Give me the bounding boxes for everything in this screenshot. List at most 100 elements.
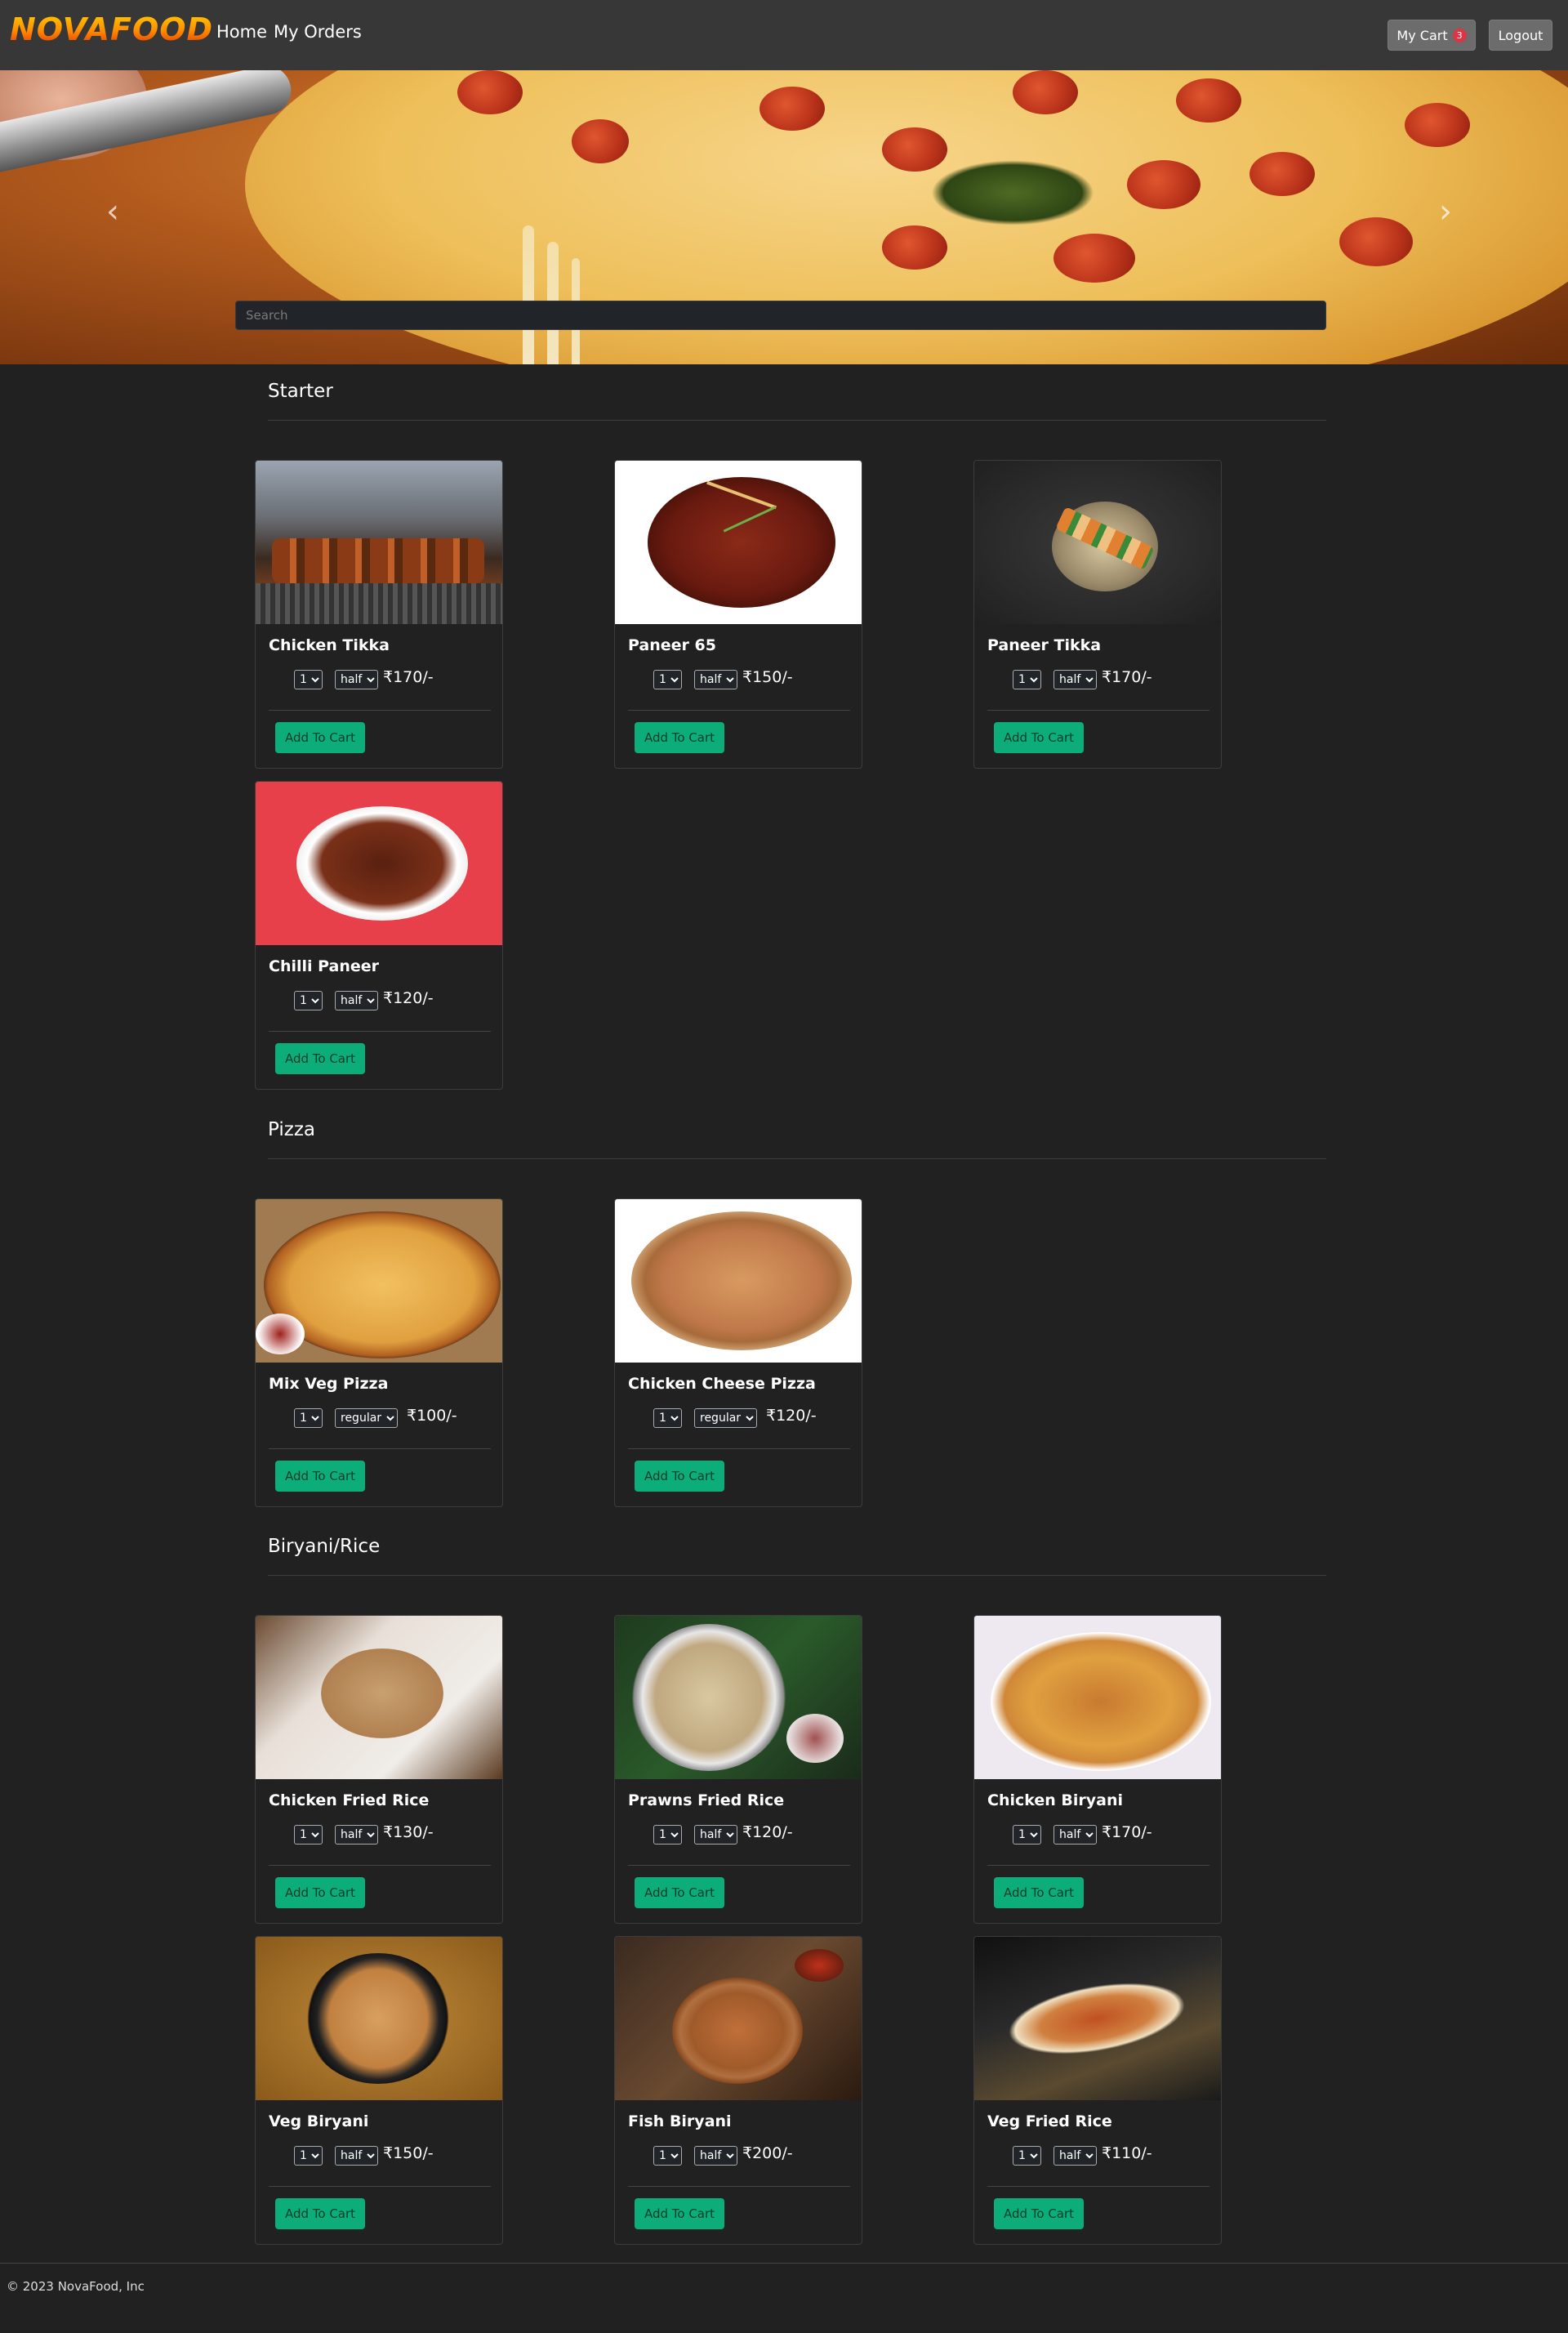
add-to-cart-button[interactable]: Add To Cart [275,1461,365,1492]
quantity-select[interactable]: 1 [653,1408,682,1428]
size-select[interactable]: half [335,670,378,689]
search-input[interactable] [235,301,1326,330]
food-image-prawns-fried-rice [615,1616,862,1779]
section-title-biryani-rice: Biryani/Rice [268,1536,381,1557]
add-to-cart-button[interactable]: Add To Cart [275,722,365,753]
item-name: Chicken Fried Rice [269,1791,430,1809]
size-select[interactable]: half [335,2146,378,2166]
food-image-veg-fried-rice [974,1937,1221,2100]
menu-card-chicken-cheese-pizza: Chicken Cheese Pizza 1 regular ₹120/- Ad… [614,1198,862,1507]
quantity-select[interactable]: 1 [294,1825,323,1845]
card-divider [628,1448,850,1449]
item-name: Chicken Tikka [269,636,390,654]
item-price: ₹120/- [766,1407,817,1425]
add-to-cart-button[interactable]: Add To Cart [635,1877,724,1908]
food-image-chicken-biryani [974,1616,1221,1779]
food-image-mix-veg-pizza [256,1199,502,1363]
size-select[interactable]: half [1054,1825,1097,1845]
food-image-paneer-65 [615,461,862,624]
brand-logo[interactable]: NOVAFOOD [10,11,213,47]
menu-card-prawns-fried-rice: Prawns Fried Rice 1 half ₹120/- Add To C… [614,1615,862,1924]
quantity-select[interactable]: 1 [1013,2146,1041,2166]
card-divider [269,1448,491,1449]
quantity-select[interactable]: 1 [1013,1825,1041,1845]
add-to-cart-button[interactable]: Add To Cart [994,2198,1084,2229]
item-price: ₹120/- [742,1823,793,1841]
section-title-starter: Starter [268,381,333,402]
footer-divider [0,2263,1568,2264]
menu-card-chicken-fried-rice: Chicken Fried Rice 1 half ₹130/- Add To … [255,1615,503,1924]
card-divider [987,710,1209,711]
size-select[interactable]: half [694,1825,737,1845]
card-divider [628,2186,850,2187]
menu-card-chicken-biryani: Chicken Biryani 1 half ₹170/- Add To Car… [973,1615,1222,1924]
item-name: Paneer Tikka [987,636,1102,654]
item-price: ₹170/- [1102,1823,1152,1841]
item-name: Chicken Cheese Pizza [628,1375,816,1393]
size-select[interactable]: regular [694,1408,757,1428]
add-to-cart-button[interactable]: Add To Cart [635,2198,724,2229]
card-divider [269,2186,491,2187]
nav-link-home[interactable]: Home [216,22,267,42]
food-image-chilli-paneer [256,782,502,945]
size-select[interactable]: half [335,1825,378,1845]
food-image-fish-biryani [615,1937,862,2100]
size-select[interactable]: half [694,670,737,689]
carousel-next-icon[interactable]: › [1439,193,1452,230]
item-name: Paneer 65 [628,636,716,654]
add-to-cart-button[interactable]: Add To Cart [635,722,724,753]
quantity-select[interactable]: 1 [294,991,323,1010]
size-select[interactable]: regular [335,1408,398,1428]
add-to-cart-button[interactable]: Add To Cart [994,722,1084,753]
card-divider [987,2186,1209,2187]
item-price: ₹110/- [1102,2144,1152,2162]
nav-link-my-orders[interactable]: My Orders [274,22,362,42]
quantity-select[interactable]: 1 [294,670,323,689]
quantity-select[interactable]: 1 [1013,670,1041,689]
my-cart-button[interactable]: My Cart 3 [1388,20,1476,51]
size-select[interactable]: half [1054,670,1097,689]
hero-carousel: ‹ › [0,70,1568,364]
herb-garnish [931,160,1094,225]
item-price: ₹150/- [383,2144,434,2162]
navbar: NOVAFOOD Home My Orders My Cart 3 Logout [0,0,1568,70]
quantity-select[interactable]: 1 [294,2146,323,2166]
quantity-select[interactable]: 1 [294,1408,323,1428]
section-title-pizza: Pizza [268,1119,315,1140]
add-to-cart-button[interactable]: Add To Cart [994,1877,1084,1908]
add-to-cart-button[interactable]: Add To Cart [275,2198,365,2229]
item-name: Veg Fried Rice [987,2112,1112,2130]
menu-card-paneer-65: Paneer 65 1 half ₹150/- Add To Cart [614,460,862,769]
add-to-cart-button[interactable]: Add To Cart [275,1877,365,1908]
item-price: ₹130/- [383,1823,434,1841]
add-to-cart-button[interactable]: Add To Cart [635,1461,724,1492]
item-name: Veg Biryani [269,2112,369,2130]
menu-card-veg-biryani: Veg Biryani 1 half ₹150/- Add To Cart [255,1936,503,2245]
food-image-chicken-tikka [256,461,502,624]
menu-card-veg-fried-rice: Veg Fried Rice 1 half ₹110/- Add To Cart [973,1936,1222,2245]
size-select[interactable]: half [1054,2146,1097,2166]
cart-count-badge: 3 [1452,28,1467,42]
my-cart-label: My Cart [1396,27,1448,43]
food-image-veg-biryani [256,1937,502,2100]
item-name: Chilli Paneer [269,957,380,975]
carousel-prev-icon[interactable]: ‹ [106,193,119,230]
add-to-cart-button[interactable]: Add To Cart [275,1043,365,1074]
quantity-select[interactable]: 1 [653,1825,682,1845]
item-price: ₹170/- [383,668,434,686]
item-name: Mix Veg Pizza [269,1375,389,1393]
section-divider [268,1158,1326,1159]
menu-card-mix-veg-pizza: Mix Veg Pizza 1 regular ₹100/- Add To Ca… [255,1198,503,1507]
card-divider [269,1031,491,1032]
food-image-chicken-fried-rice [256,1616,502,1779]
food-image-paneer-tikka [974,461,1221,624]
card-divider [987,1865,1209,1866]
size-select[interactable]: half [694,2146,737,2166]
quantity-select[interactable]: 1 [653,670,682,689]
logout-button[interactable]: Logout [1489,20,1552,51]
card-divider [628,710,850,711]
food-image-chicken-cheese-pizza [615,1199,862,1363]
quantity-select[interactable]: 1 [653,2146,682,2166]
size-select[interactable]: half [335,991,378,1010]
card-divider [628,1865,850,1866]
